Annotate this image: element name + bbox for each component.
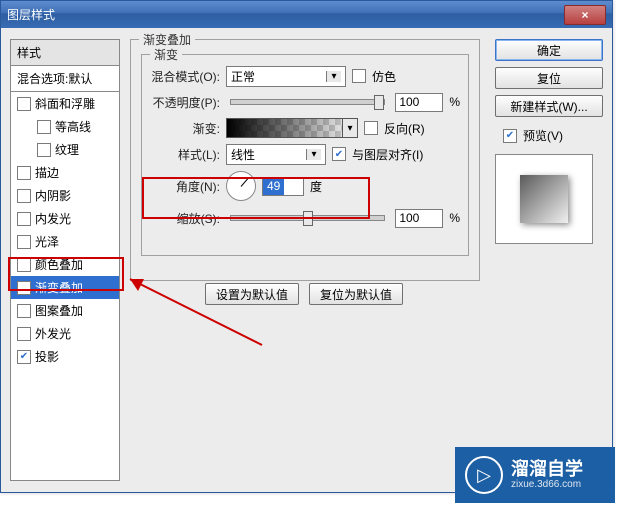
style-label-contour: 等高线: [55, 118, 91, 135]
preview-swatch: [520, 175, 568, 223]
close-icon: ×: [581, 8, 588, 22]
blending-options-default[interactable]: 混合选项:默认: [11, 66, 119, 92]
chevron-down-icon: ▾: [326, 71, 341, 82]
scale-input[interactable]: 100: [395, 209, 443, 228]
watermark-url: zixue.3d66.com: [511, 479, 583, 490]
dialog-layer-style: 图层样式 × 样式 混合选项:默认 斜面和浮雕等高线纹理描边内阴影内发光光泽颜色…: [0, 0, 613, 493]
align-layer-label: 与图层对齐(I): [352, 146, 423, 163]
style-label-bevel: 斜面和浮雕: [35, 95, 95, 112]
style-label-stroke: 描边: [35, 164, 59, 181]
scale-slider[interactable]: [230, 215, 385, 221]
styles-list: 样式 混合选项:默认 斜面和浮雕等高线纹理描边内阴影内发光光泽颜色叠加渐变叠加图…: [10, 39, 120, 481]
window-title: 图层样式: [7, 6, 564, 23]
style-label: 样式(L):: [150, 146, 220, 163]
style-checkbox-innershadow[interactable]: [17, 189, 31, 203]
style-label-coloroverlay: 颜色叠加: [35, 256, 83, 273]
preview-thumbnail: [495, 154, 593, 244]
ok-button[interactable]: 确定: [495, 39, 603, 61]
pct-label-2: %: [449, 211, 460, 225]
style-label-satin: 光泽: [35, 233, 59, 250]
style-label-innerglow: 内发光: [35, 210, 71, 227]
dither-label: 仿色: [372, 68, 396, 85]
blend-mode-combo[interactable]: 正常 ▾: [226, 66, 346, 87]
style-checkbox-innerglow[interactable]: [17, 212, 31, 226]
right-panel: 确定 复位 新建样式(W)... 预览(V): [495, 39, 603, 244]
chevron-down-icon: ▾: [306, 149, 321, 160]
style-checkbox-gradoverlay[interactable]: [17, 281, 31, 295]
gradient-style-combo[interactable]: 线性 ▾: [226, 144, 326, 165]
dialog-body: 样式 混合选项:默认 斜面和浮雕等高线纹理描边内阴影内发光光泽颜色叠加渐变叠加图…: [2, 29, 611, 491]
titlebar[interactable]: 图层样式 ×: [1, 1, 612, 28]
watermark: ▷ 溜溜自学 zixue.3d66.com: [455, 447, 615, 503]
angle-dial[interactable]: [226, 171, 256, 201]
style-checkbox-satin[interactable]: [17, 235, 31, 249]
new-style-button[interactable]: 新建样式(W)...: [495, 95, 603, 117]
reverse-checkbox[interactable]: [364, 121, 378, 135]
style-checkbox-stroke[interactable]: [17, 166, 31, 180]
style-checkbox-bevel[interactable]: [17, 97, 31, 111]
dither-checkbox[interactable]: [352, 69, 366, 83]
preview-label: 预览(V): [523, 127, 563, 144]
style-item-bevel[interactable]: 斜面和浮雕: [11, 92, 119, 115]
blend-mode-label: 混合模式(O):: [150, 68, 220, 85]
styles-header[interactable]: 样式: [11, 40, 119, 66]
style-item-texture[interactable]: 纹理: [11, 138, 119, 161]
opacity-label: 不透明度(P):: [150, 94, 220, 111]
style-label-dropshadow: 投影: [35, 348, 59, 365]
gradient-label: 渐变:: [150, 120, 220, 137]
gradient-picker[interactable]: ▾: [226, 118, 358, 138]
gradient-inner-group: 渐变 混合模式(O): 正常 ▾ 仿色 不透明度(P): 100 %: [141, 54, 469, 256]
align-layer-checkbox[interactable]: [332, 147, 346, 161]
style-item-stroke[interactable]: 描边: [11, 161, 119, 184]
style-item-patternoverlay[interactable]: 图案叠加: [11, 299, 119, 322]
pct-label: %: [449, 95, 460, 109]
style-item-coloroverlay[interactable]: 颜色叠加: [11, 253, 119, 276]
style-label-texture: 纹理: [55, 141, 79, 158]
inner-group-title: 渐变: [150, 46, 182, 63]
style-checkbox-coloroverlay[interactable]: [17, 258, 31, 272]
style-label-innershadow: 内阴影: [35, 187, 71, 204]
opacity-slider[interactable]: [230, 99, 385, 105]
cancel-button[interactable]: 复位: [495, 67, 603, 89]
style-item-dropshadow[interactable]: 投影: [11, 345, 119, 368]
gradient-overlay-group: 渐变叠加 渐变 混合模式(O): 正常 ▾ 仿色 不透明度(P): 100: [130, 39, 480, 281]
style-label-gradoverlay: 渐变叠加: [35, 279, 83, 296]
opacity-input[interactable]: 100: [395, 93, 443, 112]
watermark-title: 溜溜自学: [511, 460, 583, 480]
preview-checkbox[interactable]: [503, 129, 517, 143]
style-checkbox-outerglow[interactable]: [17, 327, 31, 341]
gradient-style-value: 线性: [231, 146, 255, 163]
reset-default-button[interactable]: 复位为默认值: [309, 283, 403, 305]
angle-unit-label: 度: [310, 178, 322, 195]
style-checkbox-patternoverlay[interactable]: [17, 304, 31, 318]
style-item-innerglow[interactable]: 内发光: [11, 207, 119, 230]
style-label-patternoverlay: 图案叠加: [35, 302, 83, 319]
style-checkbox-texture[interactable]: [37, 143, 51, 157]
chevron-down-icon: ▾: [342, 119, 357, 137]
style-item-contour[interactable]: 等高线: [11, 115, 119, 138]
watermark-logo-icon: ▷: [465, 456, 503, 494]
style-item-satin[interactable]: 光泽: [11, 230, 119, 253]
defaults-row: 设置为默认值 复位为默认值: [130, 283, 478, 305]
angle-label: 角度(N):: [150, 178, 220, 195]
scale-label: 缩放(S):: [150, 210, 220, 227]
angle-input[interactable]: 49: [262, 177, 304, 196]
style-label-outerglow: 外发光: [35, 325, 71, 342]
style-item-innershadow[interactable]: 内阴影: [11, 184, 119, 207]
style-item-outerglow[interactable]: 外发光: [11, 322, 119, 345]
style-item-gradoverlay[interactable]: 渐变叠加: [11, 276, 119, 299]
style-checkbox-dropshadow[interactable]: [17, 350, 31, 364]
close-button[interactable]: ×: [564, 5, 606, 25]
set-default-button[interactable]: 设置为默认值: [205, 283, 299, 305]
reverse-label: 反向(R): [384, 120, 425, 137]
style-checkbox-contour[interactable]: [37, 120, 51, 134]
blend-mode-value: 正常: [231, 68, 255, 85]
